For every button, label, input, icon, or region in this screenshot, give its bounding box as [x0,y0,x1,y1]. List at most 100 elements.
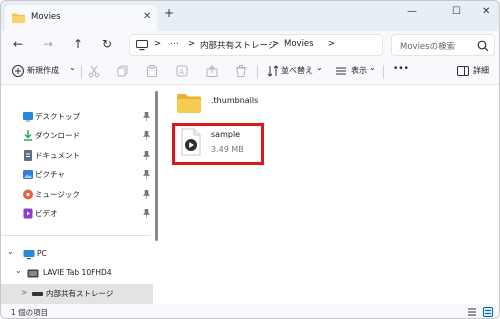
music-icon [23,189,33,200]
sidebar-item-label: ピクチャ [35,170,65,179]
command-bar: 新規作成 ⌄ A 並べ替え ⌄ 表示 ⌄ ••• 詳細 [1,59,499,85]
breadcrumb-separator: > [328,39,336,49]
new-button[interactable]: 新規作成 ⌄ [7,59,81,85]
maximize-button[interactable]: ☐ [452,6,461,17]
download-icon [24,130,32,141]
sidebar-item-label: 内部共有ストレージ [46,289,114,298]
tab-bar: Movies ✕ + — ☐ ✕ [1,1,499,31]
file-explorer-window: Movies ✕ + — ☐ ✕ ← → ↑ ↻ > ⋯ > 内部共有ストレージ… [0,0,500,319]
tablet-icon [27,269,39,278]
sidebar-item-videos[interactable]: ビデオ [1,204,151,224]
sidebar-item-label: ビデオ [35,209,58,218]
desktop-icon [23,112,33,122]
rename-icon[interactable]: A [175,64,189,78]
pc-icon [136,40,148,51]
breadcrumb-internal-storage[interactable]: 内部共有ストレージ [200,39,276,51]
back-button[interactable]: ← [9,35,27,53]
breadcrumb-separator: > [188,39,196,49]
sidebar-item-label: デスクトップ [35,112,80,121]
breadcrumb-movies[interactable]: Movies [284,39,314,49]
sidebar-item-music[interactable]: ミュージック [1,185,151,205]
cut-icon[interactable] [87,64,101,78]
details-view-icon[interactable] [467,307,477,317]
pin-icon[interactable] [143,112,150,121]
svg-text:A: A [179,68,184,76]
sidebar-item-label: ミュージック [35,190,80,199]
folder-icon [12,13,25,23]
tiles-view-icon[interactable] [483,307,493,317]
minimize-button[interactable]: — [407,6,417,17]
item-count: 1 個の項目 [11,308,49,317]
drive-icon [32,292,43,296]
list-item[interactable]: .thumbnails [177,93,297,117]
sidebar-item-label: PC [37,249,47,258]
file-name: .thumbnails [211,96,259,105]
sidebar-item-pc[interactable]: ⌄ PC [1,245,151,265]
view-button[interactable]: 表示 ⌄ [331,59,381,85]
sort-button[interactable]: 並べ替え ⌄ [263,59,325,85]
sidebar-item-device[interactable]: ⌄ LAVIE Tab 10FHD4 [1,264,151,284]
pin-icon[interactable] [143,131,150,140]
chevron-down-icon[interactable]: ⌄ [7,247,14,256]
copy-icon[interactable] [116,64,130,78]
sidebar-item-label: LAVIE Tab 10FHD4 [43,268,112,277]
new-tab-button[interactable]: + [164,6,174,20]
tab-movies[interactable]: Movies ✕ [5,5,157,31]
refresh-button[interactable]: ↻ [98,35,116,53]
chevron-down-icon: ⌄ [369,63,376,72]
breadcrumb-more[interactable]: ⋯ [170,39,179,49]
document-icon [24,150,32,161]
sidebar-item-downloads[interactable]: ダウンロード [1,126,151,146]
video-icon [23,208,33,219]
pin-icon[interactable] [143,170,150,179]
search-box[interactable]: Moviesの検索 [391,34,495,56]
new-label: 新規作成 [27,66,59,75]
breadcrumb-separator: > [154,39,162,49]
navigation-pane: デスクトップ ダウンロード ドキュメント ピクチャ ミュージック ビデオ ⌄ P… [1,85,159,304]
up-button[interactable]: ↑ [69,35,87,53]
address-row: ← → ↑ ↻ > ⋯ > 内部共有ストレージ > Movies > Movie… [1,31,499,59]
toolbar-divider [383,65,384,79]
search-input[interactable]: Moviesの検索 [400,40,455,52]
sidebar-scrollbar[interactable] [155,91,158,241]
details-label: 詳細 [473,66,489,75]
pictures-icon [23,170,33,179]
pc-icon [23,250,35,260]
pin-icon[interactable] [143,209,150,218]
sidebar-item-label: ドキュメント [35,151,80,160]
tab-title: Movies [31,12,61,22]
chevron-down-icon: ⌄ [69,63,76,72]
status-bar: 1 個の項目 [1,304,499,318]
address-bar[interactable]: > ⋯ > 内部共有ストレージ > Movies > [129,34,383,56]
pin-icon[interactable] [143,151,150,160]
view-icon [336,67,346,75]
details-button[interactable]: 詳細 [453,59,497,85]
search-icon [477,40,489,52]
sidebar-item-desktop[interactable]: デスクトップ [1,107,151,127]
sort-icon [267,65,279,77]
details-pane-icon [457,66,469,76]
folder-icon [177,94,201,113]
close-window-button[interactable]: ✕ [482,6,490,17]
delete-icon[interactable] [234,64,248,78]
sort-label: 並べ替え [281,66,313,75]
sidebar-item-internal-storage[interactable]: > 内部共有ストレージ [1,284,153,304]
paste-icon[interactable] [145,64,159,78]
add-icon [12,65,24,77]
share-icon[interactable] [205,64,219,78]
tab-close-button[interactable]: ✕ [143,11,151,22]
chevron-down-icon: ⌄ [316,63,323,72]
view-label: 表示 [351,66,367,75]
more-options-button[interactable]: ••• [393,64,409,74]
sidebar-item-documents[interactable]: ドキュメント [1,146,151,166]
chevron-down-icon[interactable]: ⌄ [15,266,22,275]
sidebar-divider [1,235,151,236]
pin-icon[interactable] [143,190,150,199]
sidebar-item-pictures[interactable]: ピクチャ [1,165,151,185]
toolbar-divider [257,65,258,79]
breadcrumb-separator: > [272,39,280,49]
highlight-box [172,123,264,165]
toolbar-divider [81,65,82,79]
forward-button[interactable]: → [39,35,57,53]
chevron-right-icon[interactable]: > [21,288,27,297]
